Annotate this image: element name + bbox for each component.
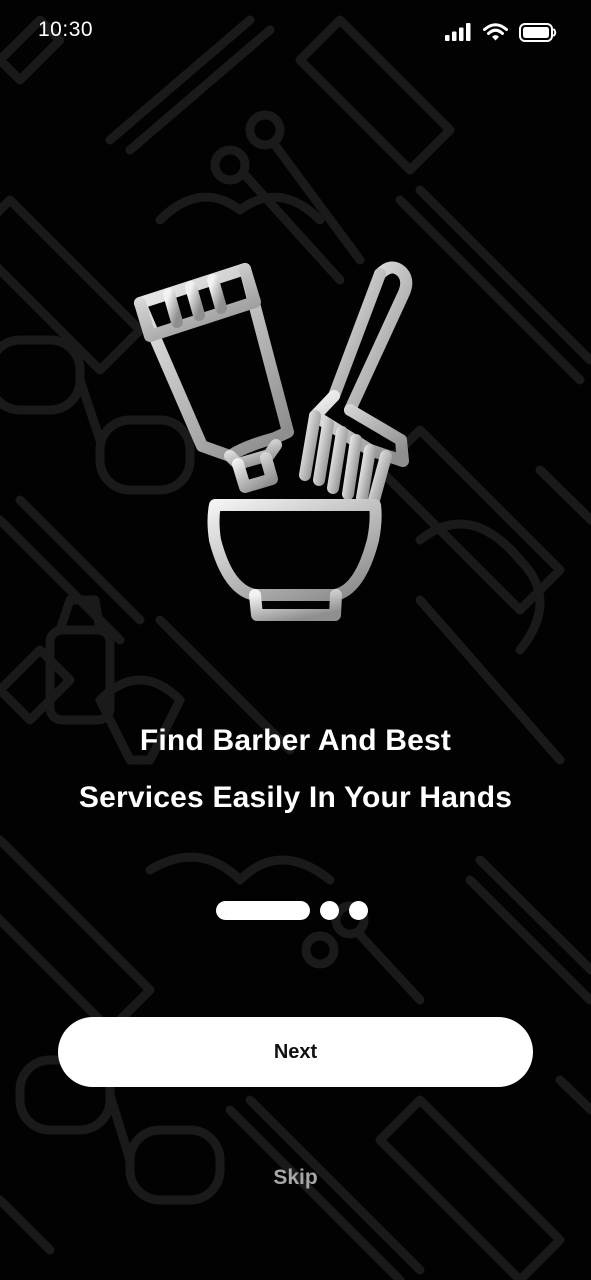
status-icons <box>445 20 557 44</box>
battery-icon <box>519 22 557 42</box>
headline-line-2: Services Easily In Your Hands <box>78 781 513 814</box>
page-indicator-dot-1-active[interactable] <box>216 900 310 920</box>
skip-link-container: Skip <box>0 1166 591 1190</box>
skip-link[interactable]: Skip <box>273 1166 317 1189</box>
onboarding-screen: 10:30 Find Barber And Best Services Easi… <box>0 0 591 1280</box>
onboarding-headline: Find Barber And Best Services Easily In … <box>0 712 591 826</box>
status-time: 10:30 <box>38 18 94 41</box>
next-button[interactable]: Next <box>58 1017 533 1087</box>
hair-dye-tube-brush-bowl-icon <box>134 261 413 621</box>
headline-line-1: Find Barber And Best <box>139 724 452 757</box>
page-indicator-dot-2[interactable] <box>320 900 339 920</box>
page-indicator-dot-3[interactable] <box>349 900 368 920</box>
barber-tools-pattern <box>0 15 591 1280</box>
page-indicator <box>216 900 368 920</box>
cellular-signal-icon <box>445 23 472 41</box>
status-bar: 10:30 <box>0 0 591 64</box>
next-button-label: Next <box>273 1040 318 1063</box>
wifi-icon <box>483 23 508 41</box>
